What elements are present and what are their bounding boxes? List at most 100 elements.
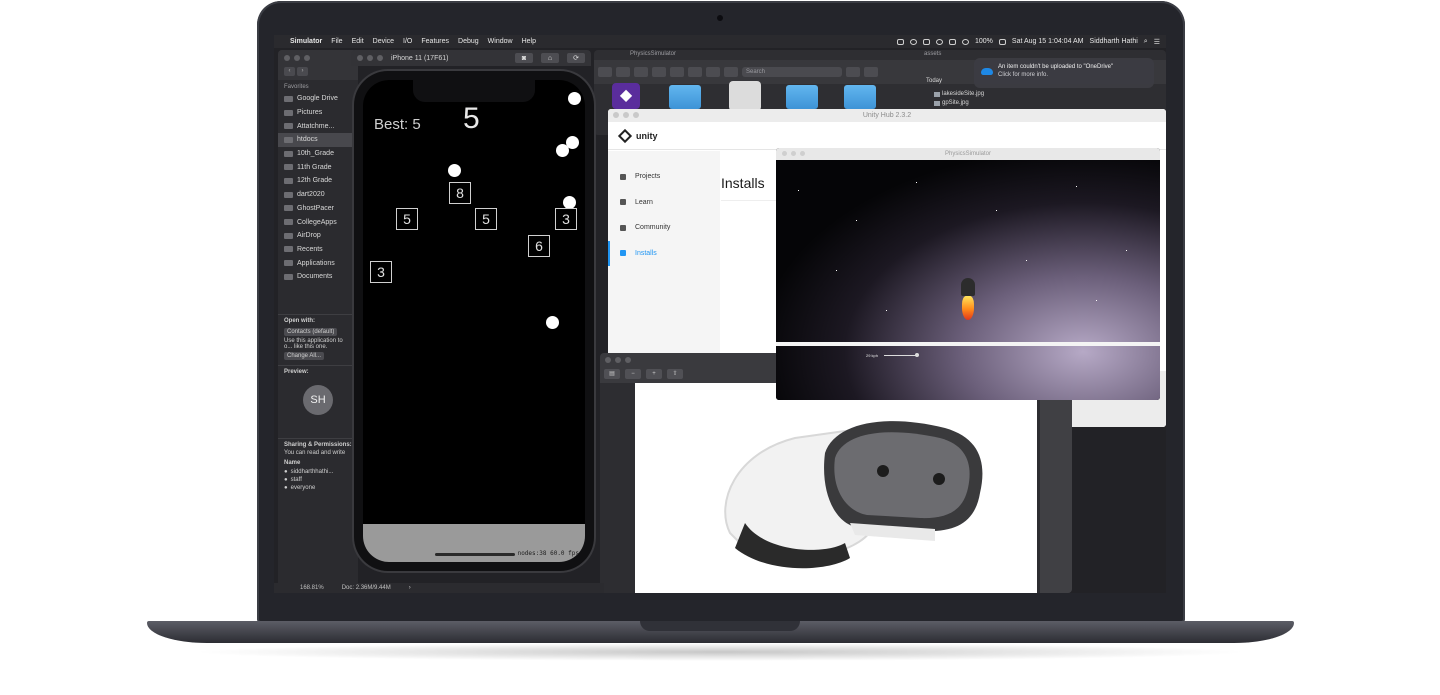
zoom-out-icon[interactable]: − [625,369,641,379]
minimize-button[interactable] [294,55,300,61]
sidebar-item-dart2020[interactable]: dart2020 [278,188,358,202]
group-icon: ● [284,476,288,483]
view-columns-button[interactable] [634,67,648,77]
menu-window[interactable]: Window [488,38,513,45]
close-button[interactable] [613,112,619,118]
close-button[interactable] [357,55,363,61]
home-indicator[interactable] [435,553,515,556]
zoom-button[interactable] [377,55,383,61]
xcode-icon[interactable] [729,81,761,111]
mail-icon[interactable] [897,38,904,45]
menu-features[interactable]: Features [421,38,449,45]
battery-icon[interactable] [998,38,1006,45]
folder-icon[interactable] [786,85,818,109]
sidebar-item-collegeapps[interactable]: CollegeApps [278,215,358,229]
close-button[interactable] [284,55,290,61]
perm-row[interactable]: ● staff [284,476,352,484]
bluetooth-icon[interactable] [949,38,956,45]
zoom-button[interactable] [625,357,631,363]
rotate-button[interactable]: ⟳ [567,53,585,63]
home-button[interactable]: ⌂ [541,53,559,63]
onedrive-notification[interactable]: An item couldn't be uploaded to "OneDriv… [974,58,1154,88]
chevron-right-icon[interactable]: › [409,585,411,591]
view-icons-button-2[interactable] [846,67,860,77]
zoom-button[interactable] [800,151,805,156]
game-screen[interactable]: 5 Best: 5 8 5 5 3 6 3 nodes:38 60.0 fps [363,80,585,562]
folder-icon [284,123,293,130]
nav-community[interactable]: Community [608,215,720,241]
forward-icon[interactable]: › [297,67,308,76]
sidebar-item-documents[interactable]: Documents [278,270,358,284]
clock-readout[interactable]: Sat Aug 15 1:04:04 AM [1012,38,1084,45]
sidebar-item-attachments[interactable]: Attatchme... [278,119,358,133]
speed-slider[interactable] [884,355,916,356]
file-item[interactable]: lakesideSite.jpg [934,91,984,97]
battery-percent[interactable]: 100% [975,38,993,45]
sidebar-item-recents[interactable]: Recents [278,243,358,257]
view-list-button[interactable] [616,67,630,77]
minimize-button[interactable] [791,151,796,156]
sidebar-item-12th-grade[interactable]: 12th Grade [278,174,358,188]
action-gear-button[interactable] [688,67,702,77]
perm-row[interactable]: ● siddharthhathi... [284,468,352,476]
user-name[interactable]: Siddharth Hathi [1090,38,1138,45]
preview-scrollbar[interactable] [1040,383,1072,593]
menu-io[interactable]: I/O [403,38,412,45]
menu-app-name[interactable]: Simulator [290,38,322,45]
sidebar-item-applications[interactable]: Applications [278,256,358,270]
nav-projects[interactable]: Projects [608,164,720,190]
file-item[interactable]: gpSite.jpg [934,100,969,106]
rocket-flame [962,296,974,320]
star [1026,260,1027,261]
folder-icon[interactable] [669,85,701,109]
view-list-button-2[interactable] [864,67,878,77]
best-score: Best: 5 [374,116,421,133]
view-icons-button[interactable] [598,67,612,77]
finder-search-input[interactable]: Search [742,67,842,77]
close-button[interactable] [782,151,787,156]
sidebar-item-10th-grade[interactable]: 10th_Grade [278,147,358,161]
share-button[interactable] [706,67,720,77]
change-all-button[interactable]: Change All... [284,351,325,360]
view-gallery-button[interactable] [652,67,666,77]
nav-installs[interactable]: Installs [608,240,720,266]
sidebar-item-11th-grade[interactable]: 11th Grade [278,160,358,174]
open-with-select[interactable]: Contacts (default) [284,327,338,336]
visual-studio-icon[interactable]: ◆ [612,83,640,109]
zoom-button[interactable] [633,112,639,118]
nav-label: Learn [635,198,653,206]
zoom-in-icon[interactable]: + [646,369,662,379]
sync-icon[interactable] [910,38,917,45]
sidebar-toggle-icon[interactable]: ▤ [604,369,620,379]
wifi-icon[interactable] [962,38,969,45]
menu-device[interactable]: Device [373,38,394,45]
nav-learn[interactable]: Learn [608,190,720,216]
tag-button[interactable] [724,67,738,77]
unity-logo-icon [617,128,633,143]
share-icon[interactable]: ⇧ [667,369,683,379]
control-center-icon[interactable]: ☰ [1154,38,1160,46]
speed-slider-knob[interactable] [915,353,919,357]
cloud-icon[interactable] [923,38,930,45]
menu-file[interactable]: File [331,38,342,45]
sidebar-item-ghostpacer[interactable]: GhostPacer [278,202,358,216]
sidebar-item-htdocs[interactable]: htdocs [278,133,358,147]
minimize-button[interactable] [367,55,373,61]
close-button[interactable] [605,357,611,363]
group-button[interactable] [670,67,684,77]
sidebar-item-pictures[interactable]: Pictures [278,106,358,120]
minimize-button[interactable] [623,112,629,118]
menu-debug[interactable]: Debug [458,38,479,45]
back-icon[interactable]: ‹ [284,67,295,76]
sidebar-item-airdrop[interactable]: AirDrop [278,229,358,243]
menu-edit[interactable]: Edit [352,38,364,45]
perm-row[interactable]: ● everyone [284,484,352,492]
clock-icon[interactable] [936,38,943,45]
menu-help[interactable]: Help [522,38,536,45]
zoom-button[interactable] [304,55,310,61]
folder-icon[interactable] [844,85,876,109]
minimize-button[interactable] [615,357,621,363]
spotlight-icon[interactable]: ⌕ [1144,38,1148,46]
sidebar-item-google-drive[interactable]: Google Drive [278,92,358,106]
screenshot-button[interactable]: ◙ [515,53,533,63]
